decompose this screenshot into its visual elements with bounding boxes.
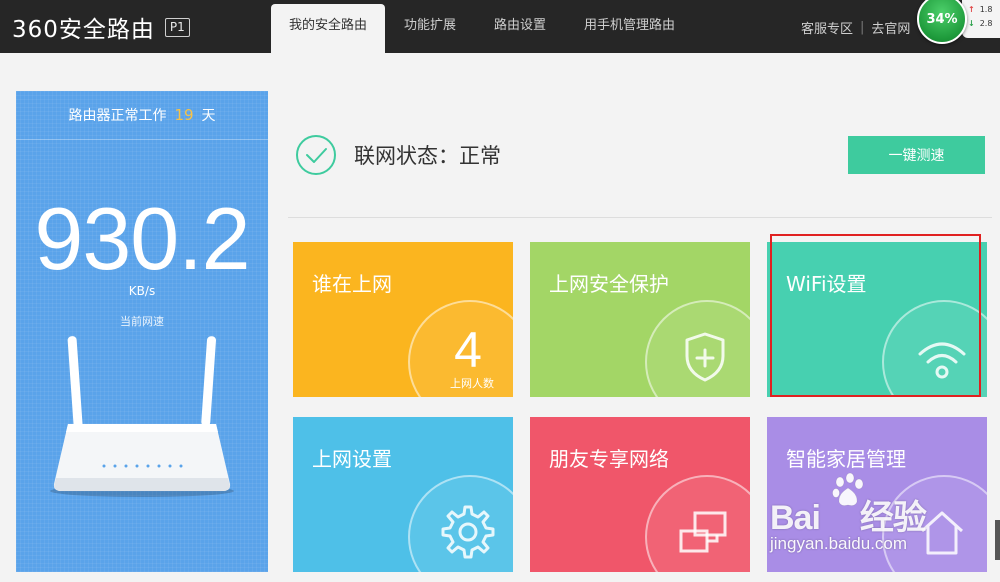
service-link[interactable]: 客服专区 [801, 18, 853, 37]
uptime-suffix: 天 [201, 108, 216, 124]
tile-title: 上网设置 [312, 447, 392, 471]
upload-arrow-icon: ↑ [968, 5, 975, 14]
tab-mobile-manage[interactable]: 用手机管理路由 [565, 4, 694, 53]
logo-text: 360安全路由 [12, 17, 155, 43]
upload-row: ↑ 1.8 [968, 5, 992, 14]
model-badge: P1 [164, 17, 190, 37]
speed-ball-percent: 34% [926, 11, 958, 27]
router-illustration [50, 336, 234, 497]
upload-value: 1.8 [979, 5, 993, 14]
brand-logo[interactable]: 360安全路由 P1 [12, 10, 190, 44]
shield-plus-icon [685, 332, 725, 382]
tile-wifi-settings[interactable]: WiFi设置 [767, 242, 987, 397]
check-circle-icon [296, 135, 336, 175]
link-separator: | [860, 20, 865, 35]
online-device-label: 上网人数 [450, 377, 494, 390]
download-arrow-icon: ↓ [968, 19, 975, 28]
current-speed-value: 930.2 [34, 189, 250, 288]
top-bar: 360安全路由 P1 我的安全路由 功能扩展 路由设置 用手机管理路由 客服专区… [0, 0, 1000, 53]
uptime-prefix: 路由器正常工作 [68, 108, 167, 124]
speed-mini-panel: ↑ 1.8 ↓ 2.8 [962, 0, 1000, 38]
speed-ball-widget[interactable]: 34% [917, 0, 967, 44]
tile-title: 谁在上网 [312, 272, 392, 296]
home-icon [920, 511, 964, 555]
tile-title: 智能家居管理 [786, 447, 906, 471]
network-icon [679, 511, 727, 553]
tile-title: WiFi设置 [786, 272, 867, 296]
scrollbar-thumb[interactable] [995, 520, 1000, 560]
speed-test-button[interactable]: 一键测速 [848, 136, 985, 174]
wifi-icon [918, 342, 966, 379]
section-divider [288, 217, 992, 218]
tile-title: 上网安全保护 [549, 272, 669, 296]
main-tabs: 我的安全路由 功能扩展 路由设置 用手机管理路由 [271, 4, 694, 53]
network-status-text: 联网状态：正常 [354, 144, 501, 168]
download-row: ↓ 2.8 [968, 19, 992, 28]
tab-router-settings[interactable]: 路由设置 [475, 4, 565, 53]
uptime-header: 路由器正常工作 19 天 [16, 91, 268, 140]
tab-my-router[interactable]: 我的安全路由 [271, 4, 386, 53]
speed-panel: 路由器正常工作 19 天 930.2 KB/s 当前网速 [16, 91, 268, 572]
gear-icon [441, 505, 495, 559]
tile-title: 朋友专享网络 [549, 447, 669, 471]
tile-smart-home[interactable]: 智能家居管理 [767, 417, 987, 572]
official-site-link[interactable]: 去官网 [871, 18, 910, 37]
top-links: 客服专区 | 去官网 [801, 18, 910, 37]
speed-label: 当前网速 [120, 315, 164, 328]
tile-security-protection[interactable]: 上网安全保护 [530, 242, 750, 397]
download-value: 2.8 [979, 19, 993, 28]
tile-friend-network[interactable]: 朋友专享网络 [530, 417, 750, 572]
tab-extensions[interactable]: 功能扩展 [385, 4, 475, 53]
speed-unit: KB/s [128, 284, 156, 298]
tile-online-devices[interactable]: 谁在上网 4 上网人数 [293, 242, 513, 397]
network-status: 联网状态：正常 [295, 133, 501, 177]
uptime-days: 19 [174, 106, 194, 124]
tile-internet-settings[interactable]: 上网设置 [293, 417, 513, 572]
